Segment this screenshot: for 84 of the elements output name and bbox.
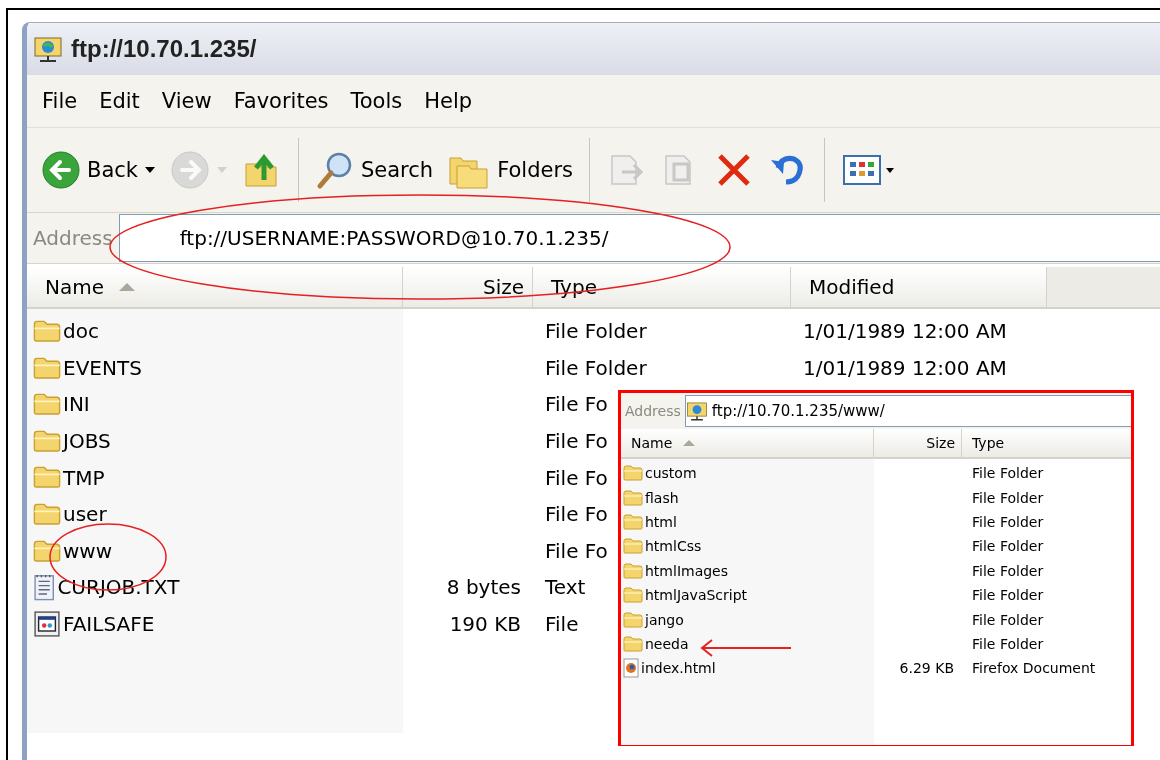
address-label: Address bbox=[624, 403, 682, 419]
text-file-icon bbox=[33, 573, 56, 602]
file-type: Firefox Document bbox=[972, 660, 1096, 677]
file-type: File Fo bbox=[545, 465, 608, 490]
file-name[interactable]: jango bbox=[645, 611, 684, 628]
file-name[interactable]: CURJOB.TXT bbox=[57, 575, 180, 600]
column-header[interactable]: Type bbox=[962, 429, 1131, 457]
menu-item[interactable]: Favorites bbox=[224, 85, 338, 117]
file-type: File Folder bbox=[545, 355, 647, 380]
file-name[interactable]: htmlJavaScript bbox=[645, 587, 748, 604]
file-type: File Folder bbox=[972, 538, 1044, 555]
sort-arrow-icon bbox=[682, 439, 697, 447]
folder-icon bbox=[33, 503, 61, 526]
menu-item[interactable]: Help bbox=[415, 85, 482, 117]
back-button[interactable]: Back bbox=[37, 146, 160, 194]
file-type: File Fo bbox=[545, 392, 608, 417]
folders-button[interactable]: Folders bbox=[443, 146, 577, 194]
folder-icon bbox=[33, 393, 61, 416]
browser-document-icon bbox=[623, 658, 639, 679]
file-name[interactable]: index.html bbox=[641, 660, 716, 677]
network-folder-icon bbox=[685, 400, 708, 422]
file-type: File Folder bbox=[972, 587, 1044, 604]
modified-date: 1/01/1989 12:00 AM bbox=[803, 355, 1007, 380]
file-type: File Folder bbox=[972, 562, 1044, 579]
file-type: Text bbox=[545, 575, 586, 600]
file-type: File bbox=[545, 612, 579, 637]
folder-icon bbox=[623, 562, 643, 579]
folder-icon bbox=[33, 466, 61, 489]
file-name[interactable]: JOBS bbox=[63, 429, 111, 454]
file-name[interactable]: www bbox=[63, 538, 113, 563]
window-title: ftp://10.70.1.235/ bbox=[71, 35, 257, 63]
folder-icon bbox=[33, 356, 61, 380]
file-name[interactable]: flash bbox=[645, 489, 679, 506]
file-type: File Fo bbox=[545, 538, 608, 563]
address-field[interactable]: ftp://10.70.1.235/www/ bbox=[684, 395, 1131, 427]
file-size: 6.29 KB bbox=[899, 660, 954, 677]
caret-icon bbox=[216, 166, 228, 174]
address-label: Address bbox=[32, 226, 114, 250]
file-name[interactable]: EVENTS bbox=[63, 355, 142, 380]
menu-item[interactable]: View bbox=[152, 85, 221, 117]
address-field[interactable]: ftp://USERNAME:PASSWORD@10.70.1.235/ bbox=[118, 214, 1160, 262]
application-file-icon bbox=[33, 610, 61, 639]
menu-item[interactable]: Tools bbox=[341, 85, 412, 117]
file-name[interactable]: user bbox=[63, 502, 107, 527]
file-name[interactable]: doc bbox=[63, 319, 99, 344]
column-header[interactable]: Size bbox=[874, 429, 962, 457]
file-type: File Folder bbox=[972, 489, 1044, 506]
file-type: File Folder bbox=[972, 465, 1044, 482]
column-header[interactable]: Name bbox=[27, 267, 403, 307]
folder-icon bbox=[623, 635, 643, 652]
file-name[interactable]: custom bbox=[645, 465, 697, 482]
file-name[interactable]: htmlImages bbox=[645, 562, 729, 579]
menu-item[interactable]: File bbox=[33, 85, 87, 117]
sort-arrow-icon bbox=[118, 282, 136, 292]
folder-icon bbox=[623, 513, 643, 530]
file-name[interactable]: needa bbox=[645, 635, 689, 652]
file-type: File Folder bbox=[972, 611, 1044, 628]
file-type: File Fo bbox=[545, 429, 608, 454]
file-name[interactable]: htmlCss bbox=[645, 538, 702, 555]
file-type: File Folder bbox=[545, 319, 647, 344]
menu-item[interactable]: Edit bbox=[90, 85, 149, 117]
folder-icon bbox=[33, 539, 61, 563]
file-name[interactable]: INI bbox=[63, 392, 90, 417]
folder-icon bbox=[33, 320, 61, 343]
column-header[interactable]: Size bbox=[403, 267, 533, 307]
column-header[interactable]: Name bbox=[621, 429, 874, 457]
file-name[interactable]: TMP bbox=[63, 465, 105, 490]
search-button[interactable]: Search bbox=[311, 146, 438, 194]
file-size: 190 KB bbox=[449, 612, 521, 637]
file-name[interactable]: html bbox=[645, 513, 677, 530]
file-type: File Folder bbox=[972, 635, 1044, 652]
modified-date: 1/01/1989 12:00 AM bbox=[803, 319, 1007, 344]
folder-icon bbox=[623, 465, 643, 482]
network-folder-icon bbox=[33, 34, 63, 64]
folder-icon bbox=[33, 429, 61, 453]
folder-icon bbox=[623, 538, 643, 555]
folder-icon bbox=[623, 611, 643, 628]
folder-icon bbox=[623, 489, 643, 506]
folder-icon bbox=[623, 587, 643, 604]
caret-icon bbox=[144, 166, 156, 174]
file-size: 8 bytes bbox=[446, 575, 521, 600]
file-name[interactable]: FAILSAFE bbox=[63, 612, 155, 637]
file-type: File Folder bbox=[972, 513, 1044, 530]
file-type: File Fo bbox=[545, 502, 608, 527]
